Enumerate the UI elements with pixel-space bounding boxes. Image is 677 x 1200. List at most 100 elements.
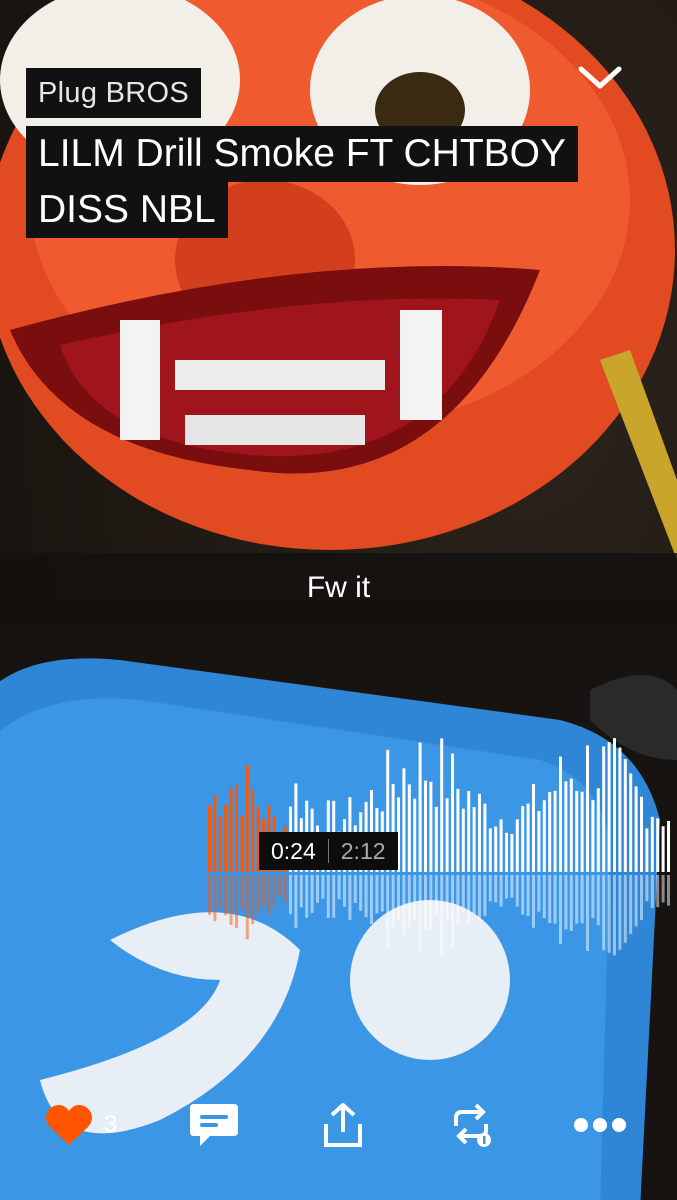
waveform-bar-reflection xyxy=(364,875,368,918)
waveform-bar-reflection xyxy=(445,875,449,920)
waveform-bar-reflection xyxy=(532,875,535,928)
waveform-bar-reflection xyxy=(256,875,260,915)
waveform-bar-unplayed xyxy=(515,819,519,872)
waveform-bar-reflection xyxy=(521,875,525,915)
waveform-bar-reflection xyxy=(564,875,568,930)
waveform-bar-reflection xyxy=(526,875,530,916)
waveform-bar-unplayed xyxy=(424,780,427,872)
waveform-bar-played xyxy=(213,794,217,872)
comment-icon xyxy=(190,1104,238,1146)
waveform-bar-reflection xyxy=(478,875,481,922)
track-title-line-2: DISS NBL xyxy=(26,182,228,238)
waveform-bar-unplayed xyxy=(640,796,643,872)
waveform-bar-unplayed xyxy=(445,798,449,872)
waveform-bar-reflection xyxy=(332,875,336,918)
waveform-bar-unplayed xyxy=(634,786,638,872)
like-button[interactable]: 3 xyxy=(44,1085,117,1165)
waveform-bar-unplayed xyxy=(586,745,589,872)
waveform-bar-unplayed xyxy=(434,806,438,872)
waveform-bar-reflection xyxy=(602,875,606,951)
waveform-bar-played xyxy=(208,805,211,872)
waveform-bar-unplayed xyxy=(461,808,465,872)
waveform-bar-reflection xyxy=(596,875,600,926)
waveform-bar-reflection xyxy=(488,875,492,902)
waveform-bar-unplayed xyxy=(483,803,487,872)
waveform-bar-reflection xyxy=(623,875,627,943)
waveform-bar-reflection xyxy=(402,875,406,938)
waveform-bar-unplayed xyxy=(494,826,498,872)
waveform-bar-reflection xyxy=(359,875,363,911)
track-title-line-1: LILM Drill Smoke FT CHTBOY xyxy=(26,126,579,182)
waveform-bar-reflection xyxy=(613,875,616,956)
share-icon xyxy=(324,1103,362,1147)
waveform-bar-reflection xyxy=(451,875,454,947)
waveform-bar-reflection xyxy=(321,875,325,899)
waveform-bar-reflection xyxy=(553,875,557,924)
total-duration: 2:12 xyxy=(340,837,386,864)
more-options-button[interactable] xyxy=(572,1085,628,1165)
waveform-bar-played xyxy=(245,764,249,872)
waveform-bar-reflection xyxy=(537,875,541,912)
waveform-bar-unplayed xyxy=(510,834,514,872)
player-screen: Plug BROS LILM Drill Smoke FT CHTBOY DIS… xyxy=(0,0,677,1200)
waveform-bar-reflection xyxy=(413,875,417,919)
waveform-bar-reflection xyxy=(618,875,622,950)
waveform-bar-reflection xyxy=(569,875,573,932)
waveform-bar-played xyxy=(235,783,238,872)
waveform-bar-reflection xyxy=(235,875,238,929)
waveform-bar-reflection xyxy=(208,875,211,915)
waveform-bar-unplayed xyxy=(613,738,616,872)
waveform-bar-unplayed xyxy=(591,800,595,872)
waveform-bar-reflection xyxy=(245,875,249,940)
waveform-bar-played xyxy=(229,788,233,872)
waveform-bar-unplayed xyxy=(650,816,654,872)
waveform-bar-reflection xyxy=(461,875,465,913)
waveform-bar-reflection xyxy=(380,875,384,912)
current-time: 0:24 xyxy=(271,837,316,864)
waveform-bar-reflection xyxy=(494,875,498,903)
waveform-bar-unplayed xyxy=(451,753,454,872)
waveform-bar-reflection xyxy=(434,875,438,915)
waveform-bar-reflection xyxy=(418,875,422,953)
waveform-bar-reflection xyxy=(515,875,519,907)
collapse-player-button[interactable] xyxy=(572,56,628,100)
repost-button[interactable] xyxy=(448,1085,496,1165)
waveform-bar-unplayed xyxy=(542,800,546,872)
waveform-bar-reflection xyxy=(640,875,643,921)
waveform-bar-unplayed xyxy=(521,806,525,872)
waveform-bar-reflection xyxy=(505,875,508,899)
waveform-bar-reflection xyxy=(472,875,476,914)
waveform-bar-reflection xyxy=(661,875,665,903)
comment-text: Fw it xyxy=(306,571,371,604)
waveform-bar-reflection xyxy=(348,875,352,920)
waveform-bar-unplayed xyxy=(440,738,444,872)
waveform-bar-unplayed xyxy=(548,791,552,872)
waveform-bar-reflection xyxy=(440,875,444,956)
waveform-bar-unplayed xyxy=(623,759,627,872)
waveform-bar-reflection xyxy=(272,875,276,909)
waveform-bar-unplayed xyxy=(607,742,611,872)
waveform-bar-reflection xyxy=(542,875,546,918)
waveform-bar-played xyxy=(224,804,228,872)
timed-comment-bar: Fw it xyxy=(0,553,677,623)
waveform-bar-reflection xyxy=(343,875,346,907)
waveform-bar-reflection xyxy=(289,875,292,915)
waveform-bar-reflection xyxy=(424,875,427,930)
waveform-bar-reflection xyxy=(634,875,638,927)
waveform-bar-reflection xyxy=(213,875,217,922)
waveform-bar-unplayed xyxy=(418,742,422,872)
waveform-bar-unplayed xyxy=(564,781,568,872)
waveform-bar-unplayed xyxy=(656,818,660,872)
share-button[interactable] xyxy=(322,1085,364,1165)
artist-name[interactable]: Plug BROS xyxy=(26,68,201,118)
waveform-bar-reflection xyxy=(316,875,319,903)
waveform-bar-reflection xyxy=(456,875,460,925)
waveform-bar-played xyxy=(251,790,255,872)
waveform-bar-unplayed xyxy=(526,803,530,872)
comment-button[interactable] xyxy=(188,1085,240,1165)
waveform-bar-reflection xyxy=(262,875,265,907)
action-bar: 3 xyxy=(0,1085,677,1165)
waveform-bar-unplayed xyxy=(402,768,406,872)
waveform-bar-reflection xyxy=(294,875,298,929)
waveform-bar-unplayed xyxy=(602,746,606,872)
